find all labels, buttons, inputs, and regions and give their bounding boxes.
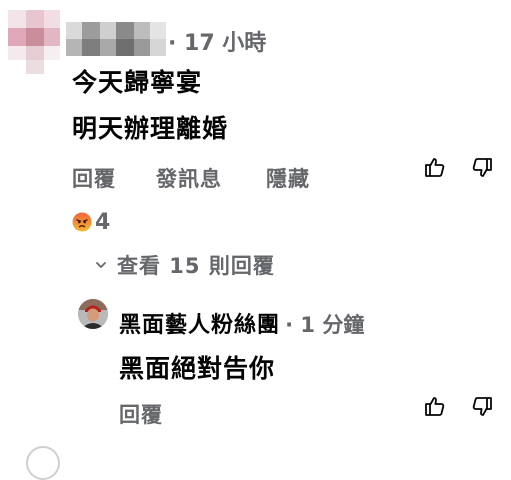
reply-text: 黑面絕對告你 [119,354,276,383]
comment-meta: · 17 小時 [168,25,266,57]
reply-header: 黑面藝人粉絲團 · 1 分鐘 [119,307,364,339]
reply-avatar[interactable] [78,299,108,329]
comment-time[interactable]: 17 小時 [184,31,266,56]
view-replies-label: 查看 15 則回覆 [117,254,275,278]
blurred-author-name[interactable] [66,22,166,56]
avatar-portrait-icon [78,299,108,329]
reply-button[interactable]: 回覆 [72,163,116,193]
angry-emoji-icon [72,212,92,232]
comment-text-line-2: 明天辦理離婚 [72,114,229,143]
reply-time[interactable]: 1 分鐘 [300,313,364,337]
next-comment-avatar-edge [26,446,60,480]
hide-button[interactable]: 隱藏 [266,163,310,193]
reply-like-icon[interactable] [423,394,447,418]
reaction-count: 4 [95,209,111,235]
comment-text-line-1: 今天歸寧宴 [72,68,203,97]
reply-reply-button[interactable]: 回覆 [119,399,163,429]
blurred-avatar[interactable] [8,10,60,74]
separator-dot: · [168,31,185,56]
like-icon[interactable] [423,155,447,179]
chevron-down-icon [96,262,106,268]
reply-meta: · 1 分鐘 [285,313,365,337]
view-replies-link[interactable]: 查看 15 則回覆 [94,250,275,280]
reaction-summary[interactable]: 4 [72,208,110,236]
dislike-icon[interactable] [470,156,494,180]
reply-author-name[interactable]: 黑面藝人粉絲團 [119,313,280,338]
reply-dislike-icon[interactable] [470,395,494,419]
send-message-button[interactable]: 發訊息 [156,163,222,193]
